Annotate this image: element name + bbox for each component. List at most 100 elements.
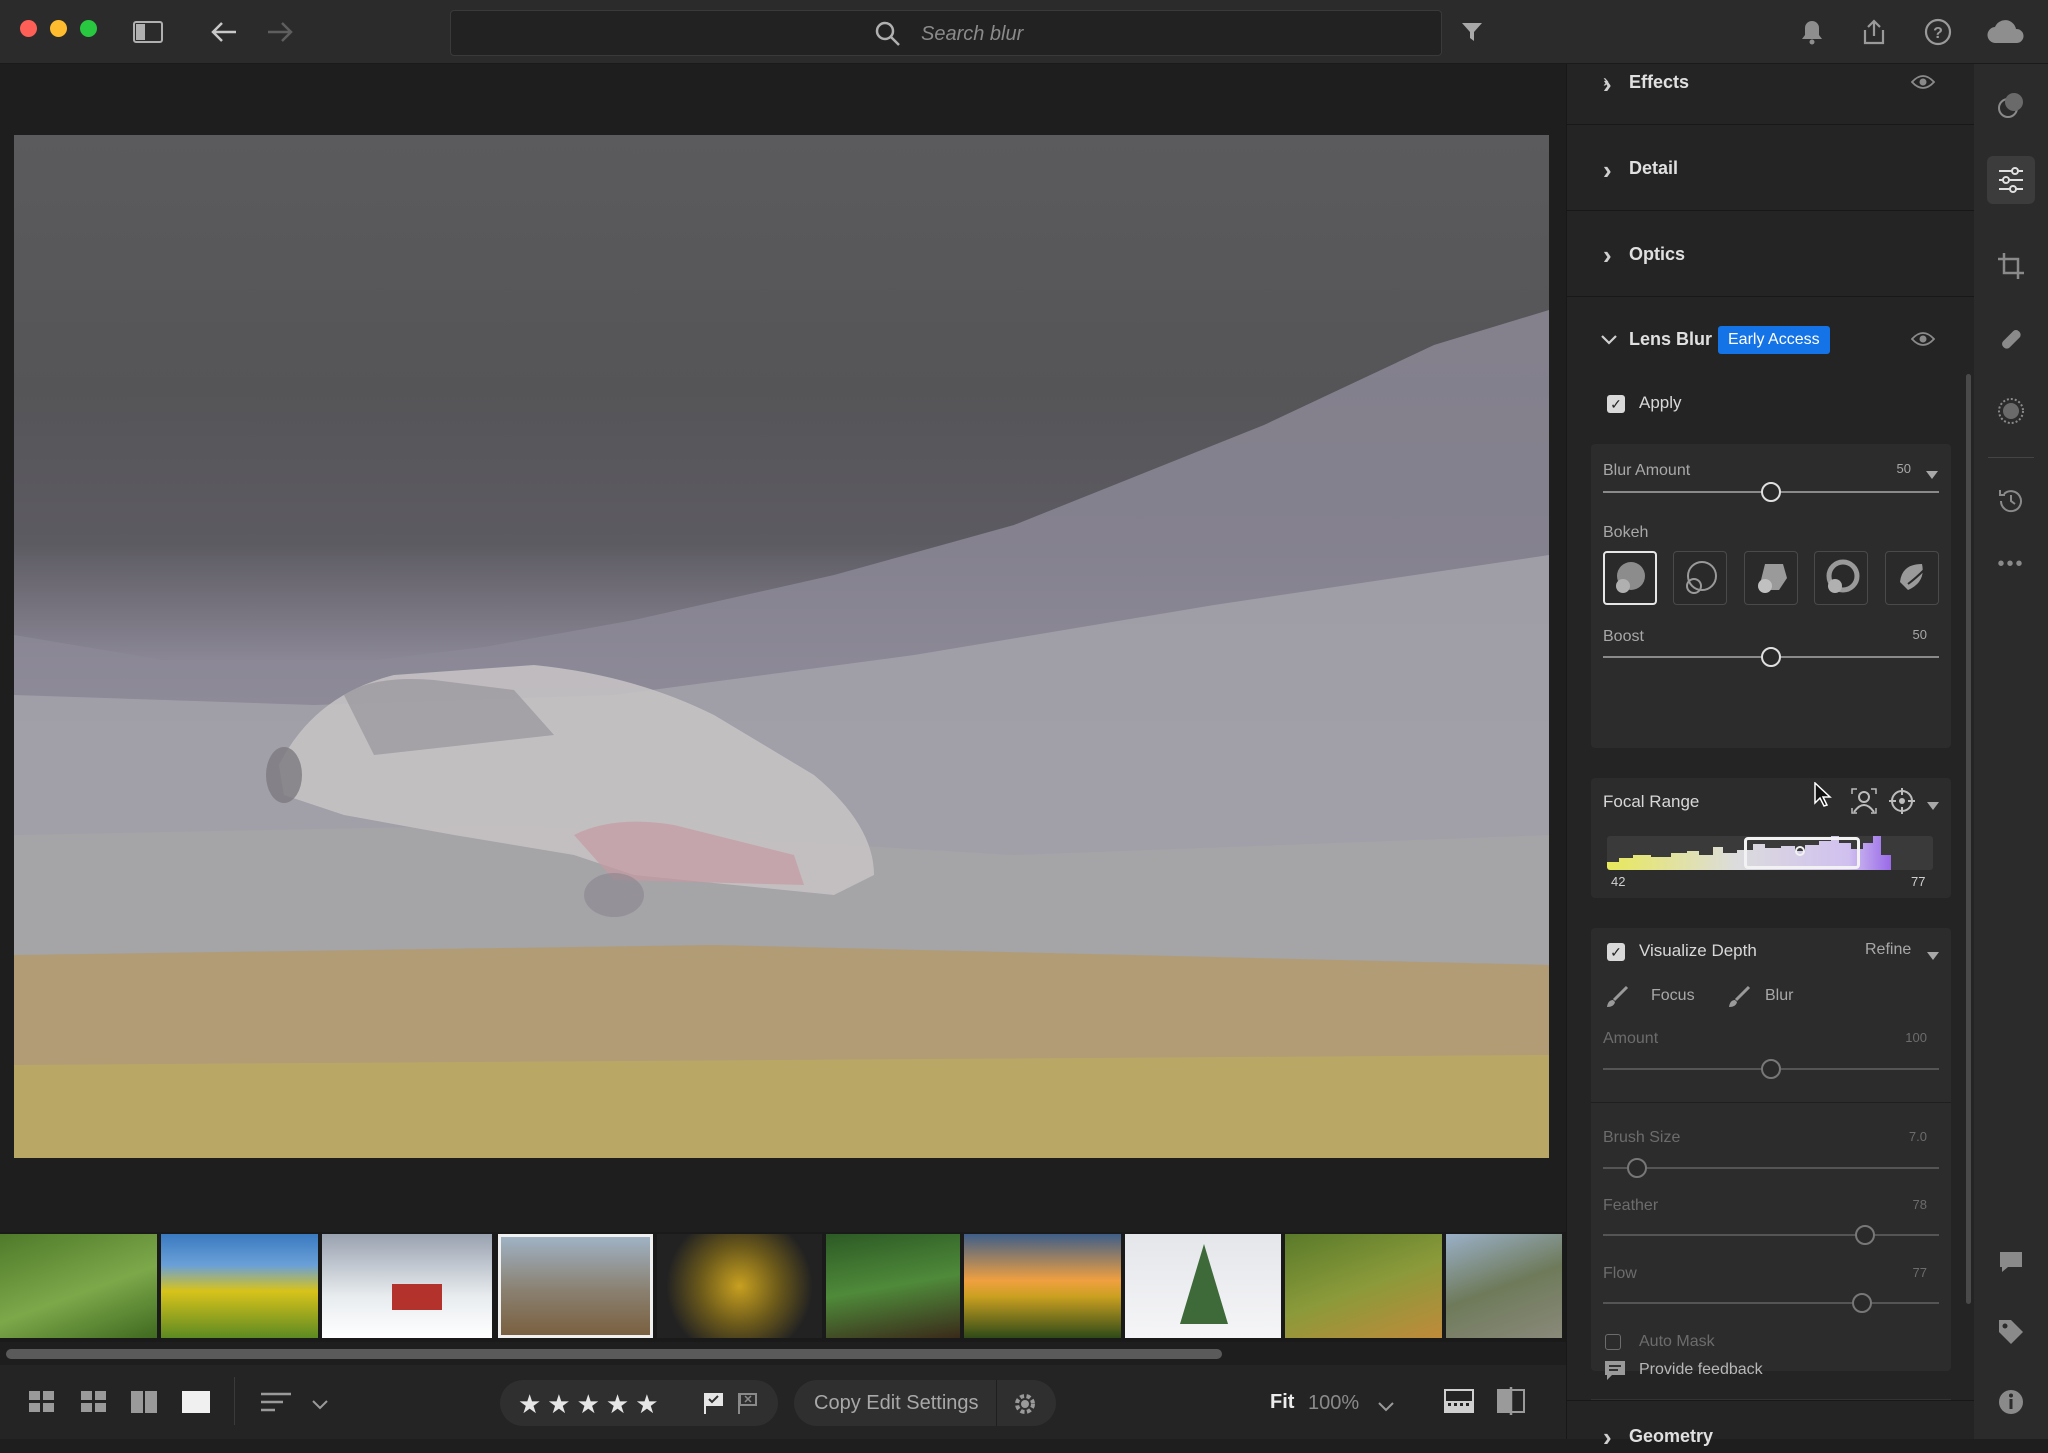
amount-value[interactable]: 100 [1877, 1030, 1927, 1045]
feedback-speech-bubble-icon[interactable] [1603, 1359, 1627, 1386]
panel-scrollbar[interactable] [1966, 374, 1971, 1304]
masking-icon[interactable] [1991, 391, 2031, 431]
boost-value[interactable]: 50 [1877, 627, 1927, 642]
lens-blur-section-header[interactable]: Lens Blur [1629, 329, 1712, 350]
lens-blur-chevron-down-icon[interactable] [1601, 332, 1617, 350]
filmstrip-scrollbar[interactable] [6, 1349, 1222, 1359]
filmstrip-thumbnail[interactable] [1125, 1234, 1281, 1338]
edit-sliders-icon[interactable] [1987, 156, 2035, 204]
compare-view-icon[interactable] [130, 1390, 158, 1419]
apply-checkbox[interactable]: ✓ [1607, 395, 1625, 413]
filmstrip-thumbnail[interactable] [0, 1234, 157, 1338]
keywords-tag-icon[interactable] [1991, 1312, 2031, 1352]
effects-section-header[interactable]: Effects [1629, 72, 1689, 93]
filmstrip-thumbnail[interactable] [1446, 1234, 1562, 1338]
versions-history-icon[interactable] [1991, 481, 2031, 521]
close-window-button[interactable] [20, 20, 37, 37]
filmstrip-toggle-icon[interactable] [1444, 1389, 1474, 1418]
refine-dropdown[interactable]: Refine [1865, 941, 1911, 959]
effects-visibility-eye-icon[interactable] [1910, 74, 1936, 95]
comments-icon[interactable] [1991, 1242, 2031, 1282]
feather-slider-track[interactable] [1603, 1234, 1939, 1236]
zoom-chevron-down-icon[interactable] [1378, 1399, 1394, 1417]
cloud-sync-icon[interactable] [1984, 14, 2028, 50]
sidebar-toggle-icon[interactable] [130, 14, 166, 50]
notifications-bell-icon[interactable] [1794, 14, 1830, 50]
reject-flag-icon[interactable] [736, 1391, 760, 1420]
focus-brush-icon[interactable] [1605, 985, 1629, 1014]
focus-brush-label[interactable]: Focus [1651, 987, 1695, 1005]
provide-feedback-link[interactable]: Provide feedback [1639, 1361, 1763, 1379]
zoom-window-button[interactable] [80, 20, 97, 37]
amount-slider-handle[interactable] [1761, 1059, 1781, 1079]
brush-size-slider-handle[interactable] [1626, 1158, 1647, 1178]
healing-bandage-icon[interactable] [1991, 319, 2031, 359]
blur-amount-chevron-down-icon[interactable] [1926, 466, 1938, 484]
subject-focus-icon[interactable] [1851, 788, 1877, 819]
boost-slider-handle[interactable] [1761, 647, 1781, 667]
bokeh-bubble-option[interactable] [1673, 551, 1727, 605]
filmstrip-thumbnail[interactable] [161, 1234, 318, 1338]
flow-slider-track[interactable] [1603, 1302, 1939, 1304]
blur-amount-slider-handle[interactable] [1761, 482, 1781, 502]
filmstrip-thumbnail-selected[interactable] [498, 1234, 653, 1338]
before-after-icon[interactable] [1496, 1387, 1526, 1420]
focal-range-depth-histogram[interactable] [1607, 836, 1933, 870]
bokeh-ring-option[interactable] [1814, 551, 1868, 605]
optics-chevron-right-icon[interactable]: › [1603, 240, 1612, 271]
filmstrip-thumbnail[interactable] [657, 1234, 822, 1338]
copy-edit-settings-button[interactable]: Copy Edit Settings [814, 1392, 979, 1415]
brush-size-value[interactable]: 7.0 [1877, 1129, 1927, 1144]
search-input[interactable]: Search blur [450, 10, 1442, 56]
lens-blur-visibility-eye-icon[interactable] [1910, 331, 1936, 352]
blur-brush-label[interactable]: Blur [1765, 987, 1793, 1005]
geometry-chevron-right-icon[interactable]: › [1603, 1422, 1612, 1453]
focal-point-handle[interactable] [1795, 846, 1805, 856]
sort-icon[interactable] [260, 1391, 292, 1418]
bokeh-circle-option[interactable] [1603, 551, 1657, 605]
crop-icon[interactable] [1991, 246, 2031, 286]
filmstrip-thumbnail[interactable] [964, 1234, 1121, 1338]
forward-arrow-icon[interactable] [262, 14, 298, 50]
gear-icon[interactable] [1012, 1391, 1038, 1422]
more-options-icon[interactable]: ••• [1991, 544, 2031, 584]
bokeh-cat-eye-option[interactable] [1885, 551, 1939, 605]
effects-chevron-right-icon[interactable]: › [1603, 69, 1612, 100]
help-icon[interactable]: ? [1920, 14, 1956, 50]
blur-brush-icon[interactable] [1727, 985, 1751, 1014]
auto-mask-checkbox[interactable] [1605, 1334, 1621, 1350]
brush-size-slider-track[interactable] [1603, 1167, 1939, 1169]
filmstrip-thumbnail[interactable] [322, 1234, 492, 1338]
info-icon[interactable] [1991, 1382, 2031, 1422]
refine-chevron-down-icon[interactable] [1927, 947, 1939, 965]
chevron-down-icon[interactable] [312, 1397, 328, 1415]
star-rating[interactable]: ★★★★★ [518, 1389, 665, 1420]
share-icon[interactable] [1856, 14, 1892, 50]
pick-flag-icon[interactable] [702, 1391, 726, 1420]
photo-canvas[interactable] [14, 135, 1549, 1158]
square-grid-view-icon[interactable] [28, 1390, 56, 1419]
back-arrow-icon[interactable] [206, 14, 242, 50]
detail-chevron-right-icon[interactable]: › [1603, 155, 1612, 186]
focal-range-chevron-down-icon[interactable] [1927, 797, 1939, 815]
geometry-section-header[interactable]: Geometry [1629, 1426, 1713, 1447]
detail-section-header[interactable]: Detail [1629, 158, 1678, 179]
flow-value[interactable]: 77 [1877, 1265, 1927, 1280]
grid-view-icon[interactable] [80, 1390, 108, 1419]
visualize-depth-checkbox[interactable]: ✓ [1607, 943, 1625, 961]
feather-value[interactable]: 78 [1877, 1197, 1927, 1212]
zoom-level-option[interactable]: 100% [1308, 1392, 1359, 1415]
filter-icon[interactable] [1454, 14, 1490, 50]
fit-zoom-option[interactable]: Fit [1270, 1391, 1294, 1414]
point-focus-target-icon[interactable] [1889, 788, 1915, 819]
presets-icon[interactable] [1991, 85, 2031, 125]
filmstrip-thumbnail[interactable] [826, 1234, 960, 1338]
blur-amount-value[interactable]: 50 [1861, 461, 1911, 476]
feather-slider-handle[interactable] [1855, 1225, 1876, 1245]
minimize-window-button[interactable] [50, 20, 67, 37]
bokeh-blade-option[interactable] [1744, 551, 1798, 605]
detail-view-icon[interactable] [181, 1390, 211, 1419]
filmstrip-thumbnail[interactable] [1285, 1234, 1442, 1338]
optics-section-header[interactable]: Optics [1629, 244, 1685, 265]
flow-slider-handle[interactable] [1851, 1293, 1872, 1313]
